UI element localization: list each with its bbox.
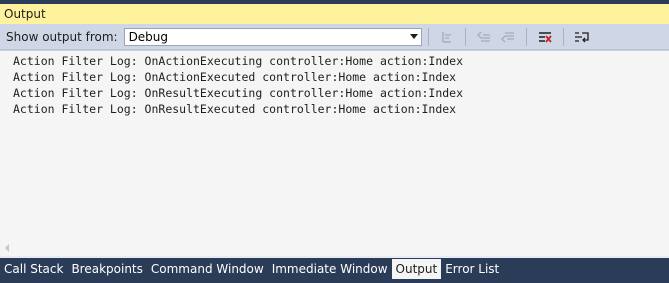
output-line: Action Filter Log: OnResultExecuting con… (13, 86, 464, 100)
scroll-left-arrow-icon[interactable] (3, 242, 11, 252)
output-source-dropdown[interactable]: Debug (123, 27, 422, 46)
toolbar-separator (562, 27, 564, 46)
tab-call-stack[interactable]: Call Stack (0, 259, 67, 279)
toggle-word-wrap-icon[interactable] (572, 27, 592, 47)
dropdown-arrow-icon[interactable] (407, 34, 421, 39)
output-toolbar: Show output from: Debug (0, 24, 669, 50)
show-output-from-label: Show output from: (6, 29, 118, 44)
toolbar-separator (464, 27, 466, 46)
window-title: Output (4, 7, 46, 21)
output-source-value: Debug (128, 29, 169, 44)
previous-message-icon[interactable] (474, 27, 494, 47)
output-line: Action Filter Log: OnResultExecuted cont… (13, 102, 457, 116)
tool-window-tab-strip: Call Stack Breakpoints Command Window Im… (0, 258, 669, 283)
toolbar-separator (427, 27, 429, 46)
tab-breakpoints[interactable]: Breakpoints (67, 259, 146, 279)
tab-output[interactable]: Output (391, 259, 442, 279)
output-line: Action Filter Log: OnActionExecuted cont… (13, 70, 457, 84)
output-line: Action Filter Log: OnActionExecuting con… (13, 54, 464, 68)
find-message-in-code-icon[interactable] (437, 27, 457, 47)
toolbar-separator (525, 27, 527, 46)
tab-immediate-window[interactable]: Immediate Window (268, 259, 392, 279)
clear-all-icon[interactable] (535, 27, 555, 47)
output-text-area[interactable]: Action Filter Log: OnActionExecuting con… (0, 50, 669, 256)
output-window-title-bar[interactable]: Output (0, 4, 669, 24)
next-message-icon[interactable] (498, 27, 518, 47)
tab-error-list[interactable]: Error List (441, 259, 503, 279)
tab-command-window[interactable]: Command Window (147, 259, 268, 279)
